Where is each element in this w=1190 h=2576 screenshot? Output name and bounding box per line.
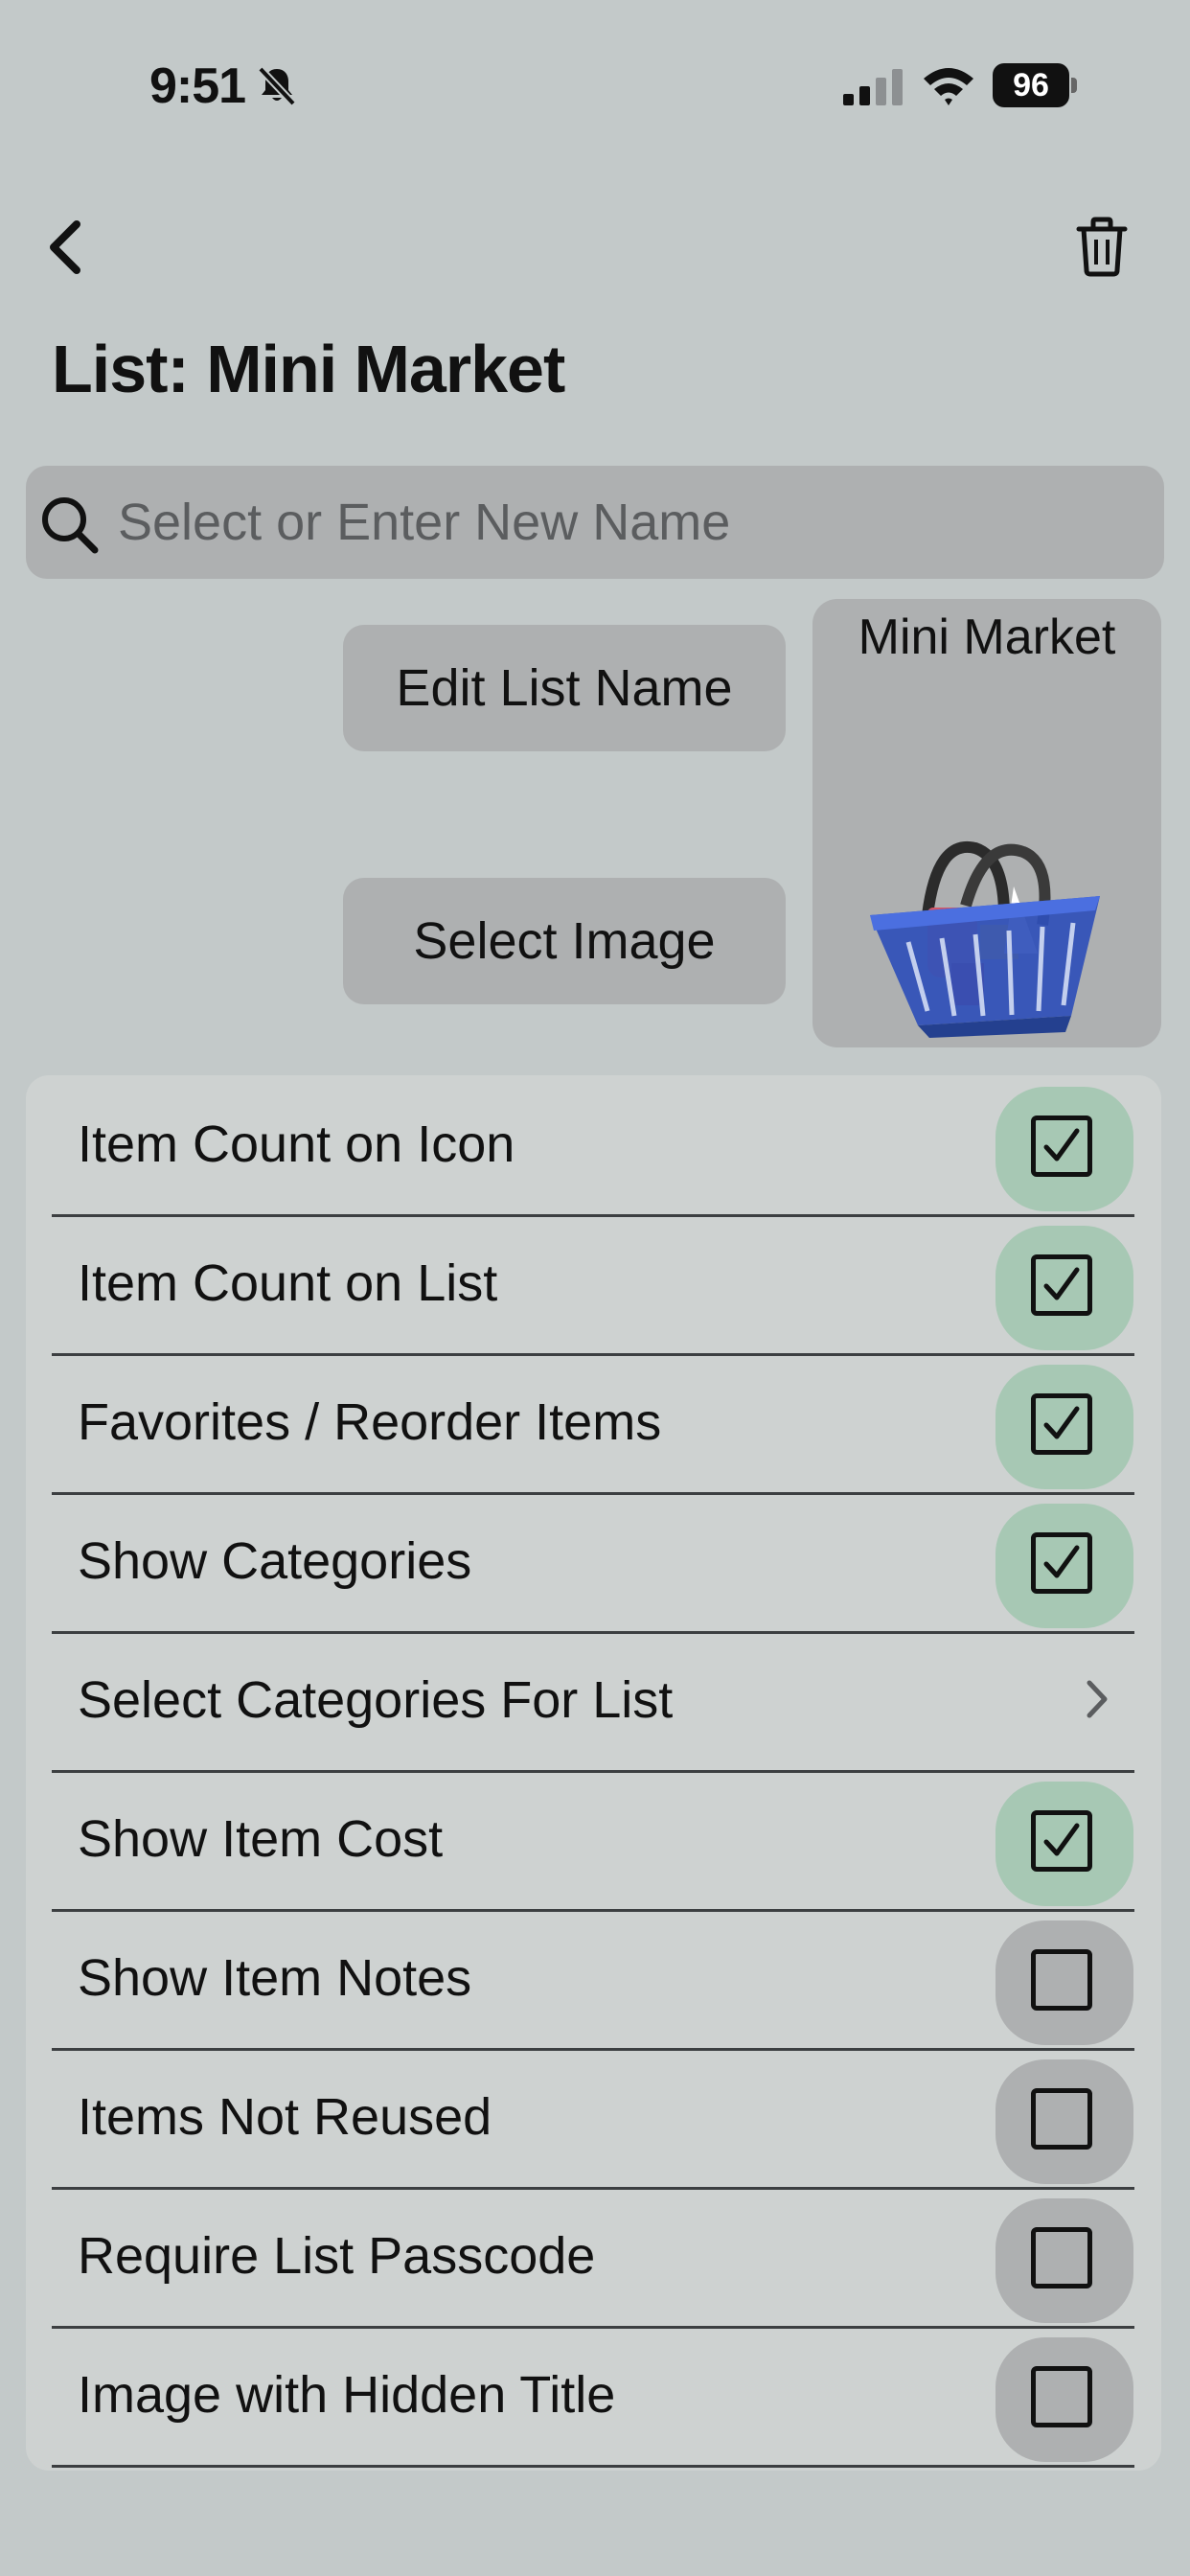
setting-label: Show Item Notes <box>78 1949 472 2007</box>
bell-slash-icon <box>255 63 299 112</box>
list-icon-preview: Mini Market <box>812 599 1161 1047</box>
items-not-reused-checkbox[interactable] <box>995 2059 1133 2184</box>
checkbox-icon <box>1031 2227 1092 2288</box>
back-button[interactable] <box>42 213 90 280</box>
setting-row-select-categories[interactable]: Select Categories For List <box>52 1631 1134 1773</box>
setting-label: Item Count on Icon <box>78 1116 515 1173</box>
setting-row-show-item-cost: Show Item Cost <box>52 1770 1134 1912</box>
delete-list-button[interactable] <box>1073 213 1131 280</box>
checkbox-icon <box>1031 2366 1092 2427</box>
setting-label: Image with Hidden Title <box>78 2366 616 2424</box>
setting-label: Select Categories For List <box>78 1671 674 1729</box>
show-item-cost-checkbox[interactable] <box>995 1782 1133 1906</box>
checkbox-icon <box>1031 1810 1092 1872</box>
preview-title: Mini Market <box>858 610 1116 665</box>
setting-label: Show Item Cost <box>78 1810 444 1868</box>
edit-list-name-button[interactable]: Edit List Name <box>343 625 786 751</box>
battery-icon: 96 <box>993 63 1077 107</box>
item-count-list-checkbox[interactable] <box>995 1226 1133 1350</box>
trash-icon <box>1076 217 1128 277</box>
name-search-input[interactable] <box>118 466 1133 579</box>
name-search-field[interactable] <box>26 466 1164 579</box>
checkbox-icon <box>1031 1532 1092 1594</box>
setting-label: Show Categories <box>78 1532 472 1590</box>
setting-row-hidden-title: Image with Hidden Title <box>52 2326 1134 2468</box>
shopping-basket-icon <box>860 819 1110 1045</box>
wifi-icon <box>920 63 977 112</box>
show-categories-checkbox[interactable] <box>995 1504 1133 1628</box>
status-time: 9:51 <box>149 58 246 114</box>
status-bar: 9:51 96 <box>0 0 1190 172</box>
favorites-checkbox[interactable] <box>995 1365 1133 1489</box>
setting-row-show-item-notes: Show Item Notes <box>52 1909 1134 2051</box>
item-count-icon-checkbox[interactable] <box>995 1087 1133 1211</box>
search-icon <box>37 493 104 564</box>
setting-row-item-count-list: Item Count on List <box>52 1214 1134 1356</box>
page-title: List: Mini Market <box>52 332 565 406</box>
checkbox-icon <box>1031 1393 1092 1455</box>
setting-label: Favorites / Reorder Items <box>78 1393 662 1451</box>
setting-label: Require List Passcode <box>78 2227 596 2285</box>
setting-label: Item Count on List <box>78 1254 498 1312</box>
show-item-notes-checkbox[interactable] <box>995 1920 1133 2045</box>
require-passcode-checkbox[interactable] <box>995 2198 1133 2323</box>
setting-row-require-passcode: Require List Passcode <box>52 2187 1134 2329</box>
battery-percent: 96 <box>1013 67 1049 104</box>
select-image-button[interactable]: Select Image <box>343 878 786 1004</box>
hidden-title-checkbox[interactable] <box>995 2337 1133 2462</box>
checkbox-icon <box>1031 1949 1092 2011</box>
checkbox-icon <box>1031 1116 1092 1177</box>
list-settings-panel: Item Count on Icon Item Count on List Fa… <box>26 1075 1161 2471</box>
setting-row-favorites: Favorites / Reorder Items <box>52 1353 1134 1495</box>
chevron-right-icon <box>1082 1675 1110 1728</box>
checkbox-icon <box>1031 2088 1092 2150</box>
setting-label: Items Not Reused <box>78 2088 492 2146</box>
setting-row-item-count-icon: Item Count on Icon <box>52 1075 1134 1217</box>
setting-row-show-categories: Show Categories <box>52 1492 1134 1634</box>
checkbox-icon <box>1031 1254 1092 1316</box>
setting-row-items-not-reused: Items Not Reused <box>52 2048 1134 2190</box>
chevron-left-icon <box>50 220 80 274</box>
cellular-signal-icon <box>843 67 904 110</box>
